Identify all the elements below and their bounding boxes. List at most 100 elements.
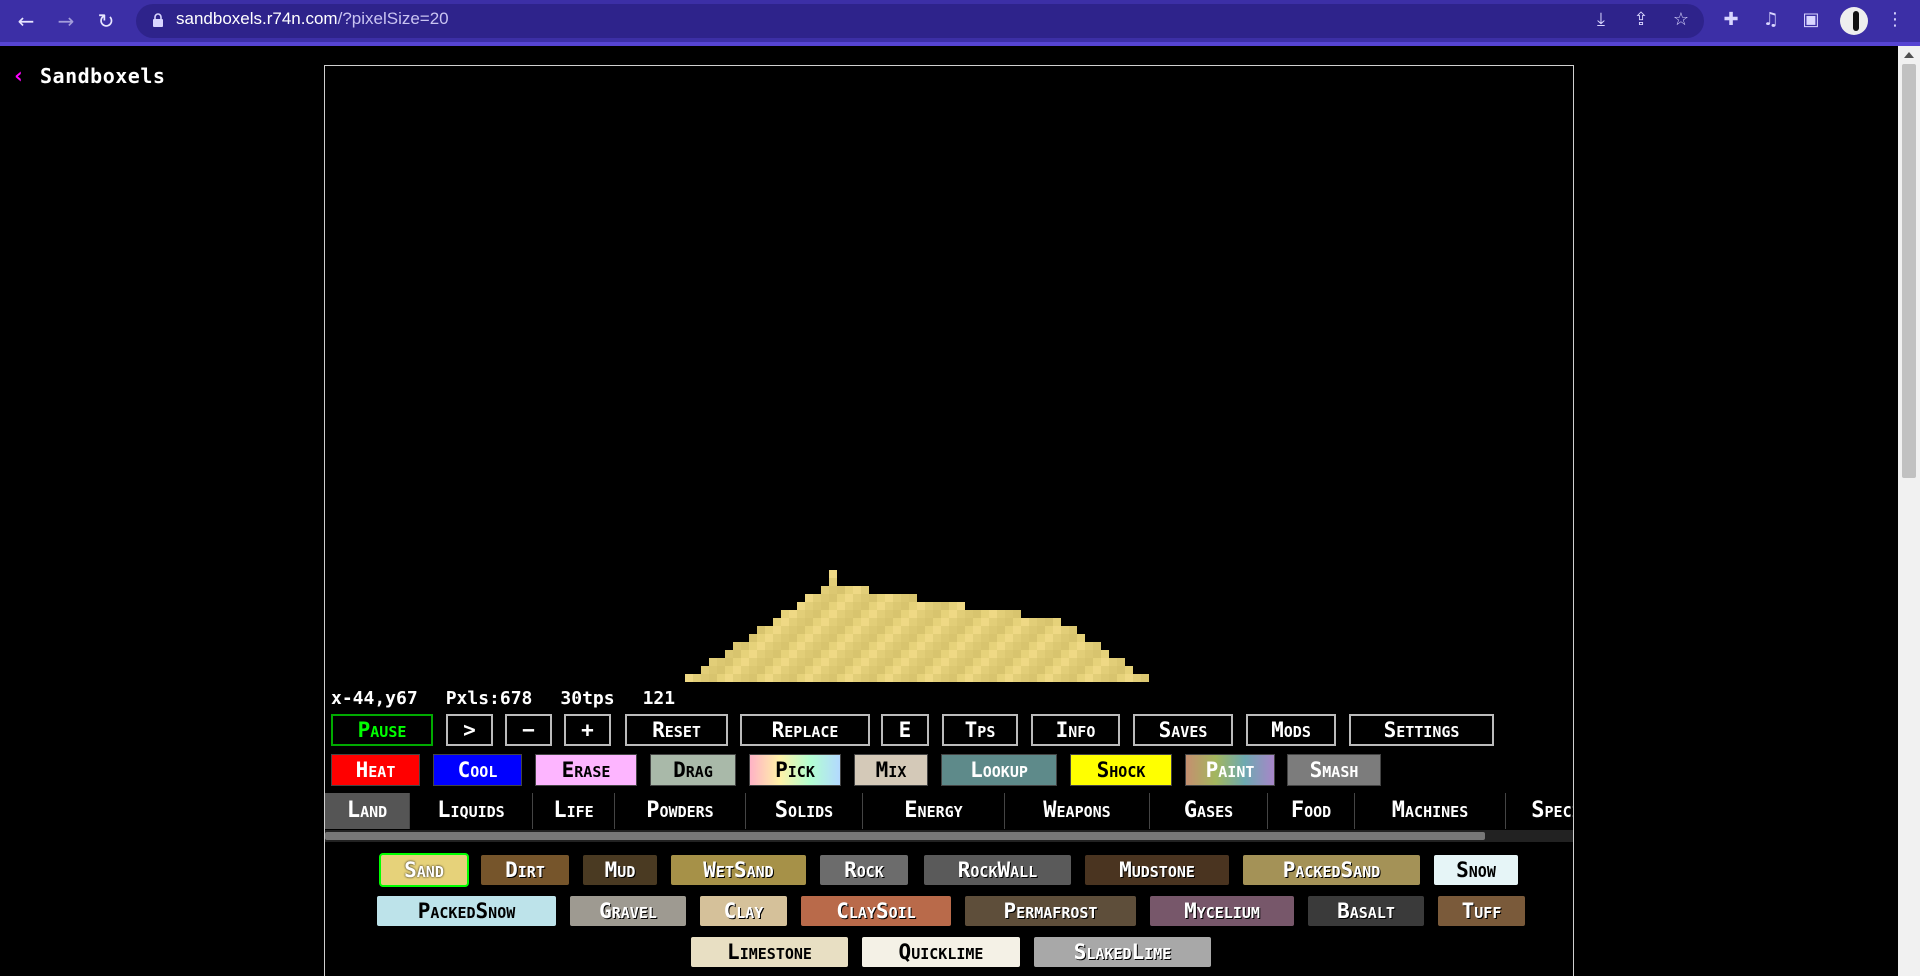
category-tab-8[interactable]: Food: [1268, 793, 1355, 829]
control-button-9[interactable]: Saves: [1133, 714, 1233, 746]
sidebar-icon[interactable]: ▣: [1800, 9, 1822, 31]
category-scrollbar-thumb[interactable]: [325, 832, 1485, 840]
element-button-18[interactable]: Quicklime: [860, 935, 1022, 969]
sand-pixel: [989, 658, 997, 666]
element-button-10[interactable]: Gravel: [568, 894, 688, 928]
extensions-icon[interactable]: ✚: [1720, 9, 1742, 31]
element-button-14[interactable]: Mycelium: [1148, 894, 1296, 928]
game-canvas[interactable]: [325, 66, 1573, 682]
sand-pixel: [1045, 666, 1053, 674]
sand-pixel: [789, 634, 797, 642]
element-button-2[interactable]: Mud: [581, 853, 659, 887]
element-button-7[interactable]: PackedSand: [1241, 853, 1422, 887]
sand-pixel: [885, 618, 893, 626]
element-button-3[interactable]: WetSand: [669, 853, 808, 887]
element-button-9[interactable]: PackedSnow: [375, 894, 558, 928]
element-button-0[interactable]: Sand: [379, 853, 469, 887]
category-tab-5[interactable]: Energy: [863, 793, 1005, 829]
sand-pixel: [861, 674, 869, 682]
category-tab-7[interactable]: Gases: [1150, 793, 1268, 829]
element-button-4[interactable]: Rock: [818, 853, 910, 887]
control-button-3[interactable]: +: [564, 714, 611, 746]
back-link-icon[interactable]: ‹: [12, 64, 25, 89]
sand-pixel: [965, 610, 973, 618]
tool-button-9[interactable]: Smash: [1287, 754, 1381, 786]
sand-pixel: [973, 650, 981, 658]
element-button-5[interactable]: RockWall: [922, 853, 1073, 887]
lock-icon[interactable]: [152, 13, 164, 27]
element-button-19[interactable]: SlakedLime: [1032, 935, 1213, 969]
sand-pixel: [1125, 666, 1133, 674]
control-button-8[interactable]: Info: [1031, 714, 1120, 746]
category-tab-4[interactable]: Solids: [746, 793, 863, 829]
sand-pixel: [741, 650, 749, 658]
tool-button-2[interactable]: Erase: [535, 754, 637, 786]
sand-pixel: [941, 674, 949, 682]
category-tab-2[interactable]: Life: [533, 793, 615, 829]
category-tab-6[interactable]: Weapons: [1005, 793, 1150, 829]
control-button-7[interactable]: Tps: [942, 714, 1018, 746]
sand-pixel: [885, 610, 893, 618]
sand-pixel: [1117, 666, 1125, 674]
install-icon[interactable]: ⤓: [1590, 9, 1612, 31]
tool-button-6[interactable]: Lookup: [941, 754, 1057, 786]
sand-pixel: [1053, 634, 1061, 642]
scrollbar-thumb[interactable]: [1902, 64, 1916, 478]
media-icon[interactable]: ♫: [1760, 9, 1782, 31]
site-title[interactable]: Sandboxels: [40, 64, 165, 88]
category-tab-10[interactable]: Special: [1506, 793, 1573, 829]
tool-button-0[interactable]: Heat: [331, 754, 420, 786]
tool-button-5[interactable]: Mix: [854, 754, 928, 786]
element-button-13[interactable]: Permafrost: [963, 894, 1138, 928]
element-button-11[interactable]: Clay: [698, 894, 789, 928]
element-button-6[interactable]: Mudstone: [1083, 853, 1231, 887]
url-text[interactable]: sandboxels.r74n.com/?pixelSize=20: [176, 9, 449, 29]
sand-pixel: [949, 626, 957, 634]
element-button-8[interactable]: Snow: [1432, 853, 1520, 887]
category-scrollbar[interactable]: [325, 830, 1573, 842]
sand-pixel: [1093, 658, 1101, 666]
tool-button-3[interactable]: Drag: [650, 754, 736, 786]
control-button-6[interactable]: E: [881, 714, 929, 746]
control-button-2[interactable]: −: [505, 714, 552, 746]
sand-pixel: [885, 642, 893, 650]
control-button-10[interactable]: Mods: [1246, 714, 1336, 746]
profile-icon[interactable]: [1840, 7, 1868, 35]
sand-pixel: [821, 618, 829, 626]
tool-button-4[interactable]: Pick: [749, 754, 841, 786]
sand-pixel: [917, 634, 925, 642]
sand-pixel: [869, 674, 877, 682]
tool-button-8[interactable]: Paint: [1185, 754, 1275, 786]
pixel-count: Pxls:678: [445, 688, 533, 709]
element-button-16[interactable]: Tuff: [1436, 894, 1527, 928]
control-button-0[interactable]: Pause: [331, 714, 433, 746]
category-tab-1[interactable]: Liquids: [410, 793, 533, 829]
category-tab-0[interactable]: Land: [325, 793, 410, 829]
reload-icon[interactable]: ↻: [92, 7, 120, 35]
control-button-1[interactable]: >: [446, 714, 493, 746]
element-button-17[interactable]: Limestone: [689, 935, 850, 969]
control-button-4[interactable]: Reset: [625, 714, 728, 746]
category-tab-9[interactable]: Machines: [1355, 793, 1506, 829]
star-icon[interactable]: ☆: [1670, 9, 1692, 31]
menu-icon[interactable]: ⋮: [1884, 9, 1906, 31]
sand-pixel: [773, 658, 781, 666]
sand-pixel: [989, 650, 997, 658]
scroll-up-icon[interactable]: [1904, 52, 1914, 58]
tool-button-1[interactable]: Cool: [433, 754, 522, 786]
category-tab-3[interactable]: Powders: [615, 793, 746, 829]
element-button-15[interactable]: Basalt: [1306, 894, 1426, 928]
forward-icon[interactable]: →: [52, 7, 80, 35]
back-icon[interactable]: ←: [12, 7, 40, 35]
element-button-12[interactable]: ClaySoil: [799, 894, 953, 928]
sand-pixel: [885, 594, 893, 602]
control-button-5[interactable]: Replace: [740, 714, 870, 746]
sand-pixel: [893, 602, 901, 610]
sand-pixel: [1109, 658, 1117, 666]
element-button-1[interactable]: Dirt: [479, 853, 571, 887]
tool-button-7[interactable]: Shock: [1070, 754, 1172, 786]
share-icon[interactable]: ⇪: [1630, 9, 1652, 31]
sand-pixel: [925, 626, 933, 634]
control-button-11[interactable]: Settings: [1349, 714, 1494, 746]
page-scrollbar[interactable]: [1898, 46, 1920, 976]
